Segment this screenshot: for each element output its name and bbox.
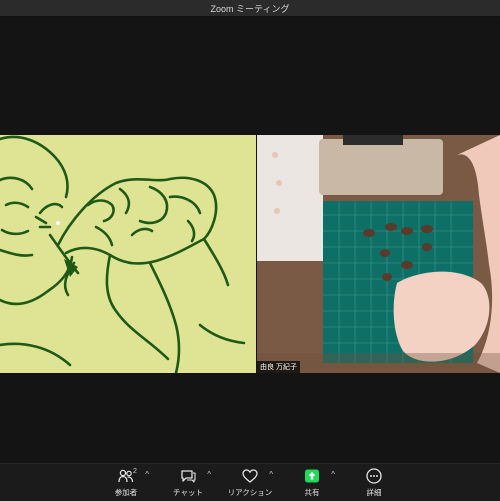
reactions-label: リアクション [227, 488, 273, 497]
participants-button[interactable]: 2 ^ 参加者 [95, 464, 157, 501]
more-label: 詳細 [366, 488, 382, 497]
more-icon [365, 468, 383, 484]
heart-icon [241, 468, 259, 484]
reactions-button[interactable]: ^ リアクション [219, 464, 281, 501]
chat-label: チャット [173, 488, 203, 497]
title-bar: Zoom ミーティング [0, 0, 500, 17]
more-button[interactable]: 詳細 [343, 464, 405, 501]
chat-icon [179, 468, 197, 484]
share-screen-button[interactable]: ^ 共有 [281, 464, 343, 501]
reactions-caret-icon[interactable]: ^ [269, 470, 273, 479]
video-stage: 由良 万紀子 [0, 17, 500, 463]
window-title: Zoom ミーティング [210, 3, 290, 14]
meeting-toolbar: 2 ^ 参加者 ^ チャット ^ リアクション ^ 共有 詳細 [0, 463, 500, 501]
chat-caret-icon[interactable]: ^ [207, 470, 211, 479]
share-label: 共有 [304, 488, 320, 497]
share-caret-icon[interactable]: ^ [331, 470, 335, 479]
participant-name-tag: 由良 万紀子 [257, 361, 300, 373]
participant-count: 2 [133, 468, 137, 475]
chat-button[interactable]: ^ チャット [157, 464, 219, 501]
illustration-image [0, 135, 256, 373]
camera-feed-image [257, 135, 500, 373]
video-tile-camera[interactable]: 由良 万紀子 [257, 135, 500, 373]
participants-label: 参加者 [114, 488, 138, 497]
participants-caret-icon[interactable]: ^ [145, 470, 149, 479]
share-screen-icon [303, 468, 321, 484]
video-tile-illustration[interactable] [0, 135, 256, 373]
